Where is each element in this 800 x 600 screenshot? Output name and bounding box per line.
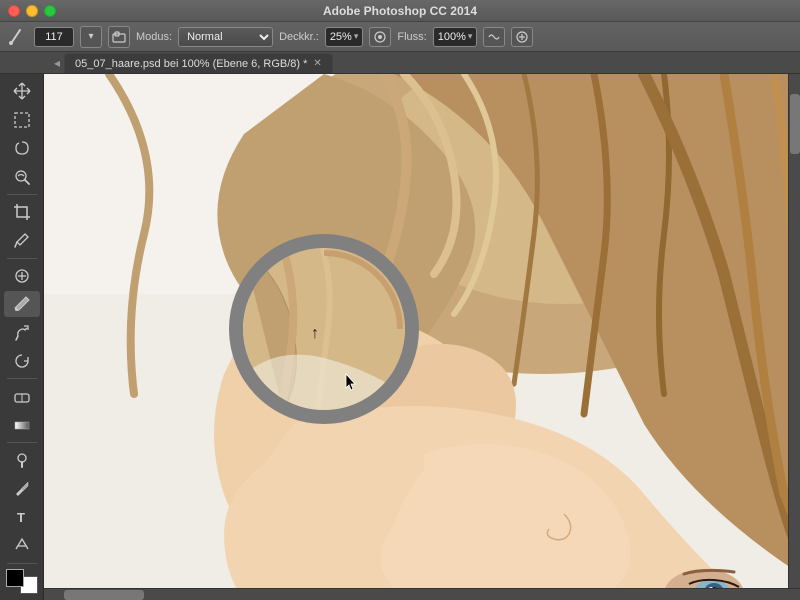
document-tab[interactable]: 05_07_haare.psd bei 100% (Ebene 6, RGB/8… [64, 53, 333, 73]
smoothing-button[interactable] [483, 27, 505, 47]
tab-scroll-left-icon[interactable]: ◂ [50, 56, 64, 70]
crop-tool[interactable] [4, 199, 40, 225]
healing-brush-tool[interactable] [4, 262, 40, 288]
gradient-tool[interactable] [4, 411, 40, 437]
brush-tool-icon [6, 26, 28, 48]
move-tool[interactable] [4, 78, 40, 104]
opacity-label: Deckkr.: [279, 31, 319, 43]
opacity-chevron-icon: ▾ [354, 31, 359, 42]
brush-tool[interactable] [4, 291, 40, 317]
flow-chevron-icon: ▾ [468, 31, 473, 42]
marquee-tool[interactable] [4, 106, 40, 132]
opacity-value: 25% [330, 31, 352, 43]
flow-value: 100% [438, 31, 466, 43]
pen-tool[interactable] [4, 475, 40, 501]
main-area: T [0, 74, 800, 600]
horizontal-scroll-thumb[interactable] [64, 590, 144, 600]
mode-select[interactable]: Normal Auflösen Abdunkeln Multiplizieren [178, 27, 273, 47]
brush-toggle-button[interactable] [108, 26, 130, 48]
dodge-tool[interactable] [4, 447, 40, 473]
canvas-area[interactable]: ↑ [44, 74, 800, 600]
toolbar: T [0, 74, 44, 600]
flow-label: Fluss: [397, 31, 426, 43]
eraser-tool[interactable] [4, 383, 40, 409]
tab-bar: ◂ 05_07_haare.psd bei 100% (Ebene 6, RGB… [0, 52, 800, 74]
options-bar: ▾ Modus: Normal Auflösen Abdunkeln Multi… [0, 22, 800, 52]
eyedropper-tool[interactable] [4, 227, 40, 253]
app-title: Adobe Photoshop CC 2014 [323, 4, 477, 18]
foreground-color-swatch[interactable] [6, 569, 24, 587]
window-controls[interactable] [8, 5, 56, 17]
brush-size-input[interactable] [34, 27, 74, 47]
mode-label: Modus: [136, 31, 172, 43]
maximize-button[interactable] [44, 5, 56, 17]
clone-stamp-tool[interactable] [4, 319, 40, 345]
tab-close-button[interactable]: ✕ [313, 58, 321, 69]
tool-separator-2 [7, 258, 37, 259]
tool-separator-5 [7, 563, 37, 564]
extra-options-button[interactable] [511, 27, 533, 47]
horizontal-scrollbar[interactable] [44, 588, 800, 600]
vertical-scroll-thumb[interactable] [790, 94, 800, 154]
close-button[interactable] [8, 5, 20, 17]
path-select-tool[interactable] [4, 532, 40, 558]
opacity-control[interactable]: 25% ▾ [325, 27, 364, 47]
flow-control[interactable]: 100% ▾ [433, 27, 478, 47]
brush-preset-picker[interactable]: ▾ [80, 26, 102, 48]
airbrush-toggle[interactable] [369, 27, 391, 47]
quick-select-tool[interactable] [4, 163, 40, 189]
svg-text:T: T [17, 510, 25, 525]
foreground-background-colors[interactable] [6, 569, 38, 594]
tool-separator-3 [7, 378, 37, 379]
tool-separator-4 [7, 442, 37, 443]
vertical-scrollbar[interactable] [788, 74, 800, 600]
history-brush-tool[interactable] [4, 348, 40, 374]
text-tool[interactable]: T [4, 504, 40, 530]
lasso-tool[interactable] [4, 135, 40, 161]
photo-canvas [44, 74, 800, 600]
chevron-down-icon: ▾ [88, 31, 93, 42]
tool-separator [7, 194, 37, 195]
minimize-button[interactable] [26, 5, 38, 17]
title-bar: Adobe Photoshop CC 2014 [0, 0, 800, 22]
tab-label: 05_07_haare.psd bei 100% (Ebene 6, RGB/8… [75, 58, 307, 70]
